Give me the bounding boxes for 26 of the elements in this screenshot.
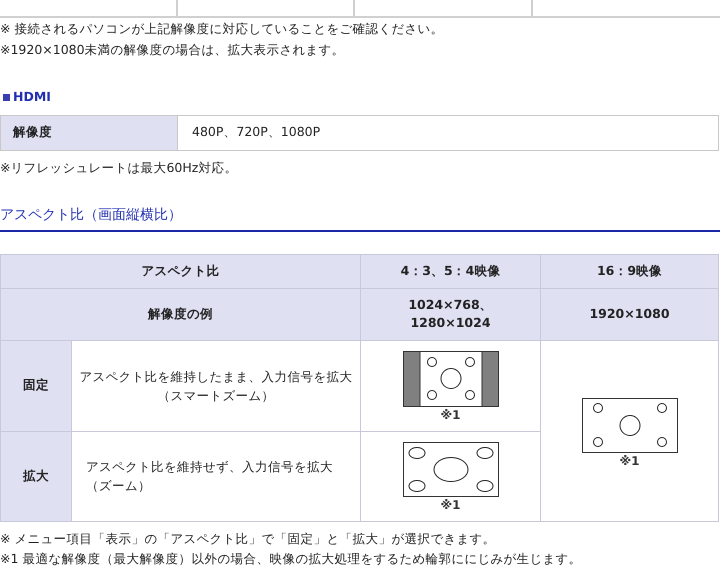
bullet-icon [3,94,10,101]
header-text: 1024×768、 [408,296,493,314]
note-text: ※リフレッシュレートは最大60Hz対応。 [0,158,238,177]
table-header-cell: 1920×1080 [541,288,718,340]
table-header-cell: 固定 [1,340,72,432]
section-heading: アスペクト比（画面縦横比） [0,206,182,222]
header-text: 1280×1024 [410,314,491,332]
note-text: ※1920×1080未満の解像度の場合は、拡大表示されます。 [0,42,346,58]
section-heading: HDMI [13,88,51,106]
note-text: ※ 接続されるパソコンが上記解像度に対応していることをご確認ください。 [0,21,444,37]
table-header-cell: 解像度 [1,116,178,150]
note-text: ※ メニュー項目「表示」の「アスペクト比」で「固定」と「拡大」が選択できます。 [0,530,496,546]
description-text: （スマートズーム） [158,386,274,404]
footnote-mark: ※1 [440,496,460,512]
description-text: （ズーム） [86,477,151,495]
description-text: アスペクト比を維持したまま、入力信号を拡大 [80,368,352,386]
footnote-mark: ※1 [619,453,640,469]
note-text: ※1 最適な解像度（最大解像度）以外の場合、映像の拡大処理をするため輪郭ににじみが生じます。 [0,550,582,566]
table-cell-text: 480P、720P、1080P [191,123,322,142]
header-text: 4：3、5：4映像 [400,262,500,280]
footnote-mark: ※1 [440,406,460,422]
table-header-cell: 16：9映像 [541,254,718,288]
table-header-cell: 拡大 [1,432,72,520]
table-header-cell: 解像度の例 [1,288,361,340]
table-header-cell: アスペクト比 [1,254,361,288]
description-text: アスペクト比を維持せず、入力信号を拡大 [86,458,333,476]
